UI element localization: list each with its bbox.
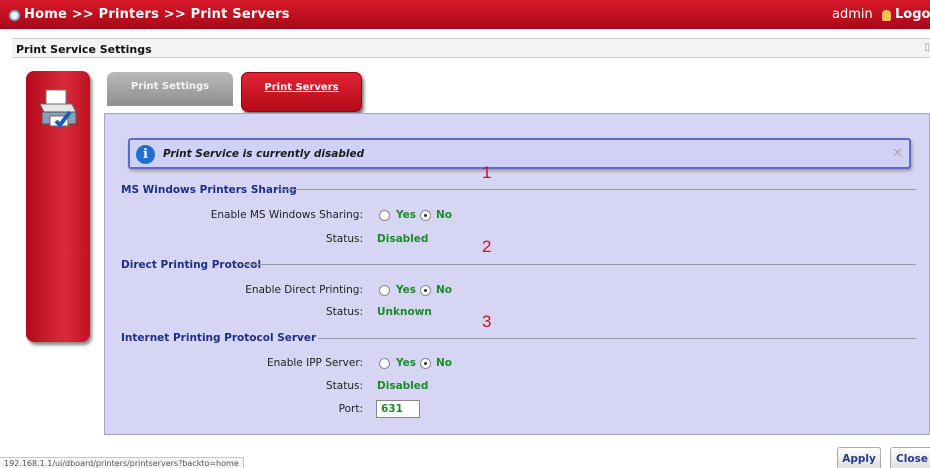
port-input[interactable] <box>376 400 420 418</box>
ms-sharing-yes-radio[interactable] <box>379 210 390 221</box>
section-title-ipp-server: Internet Printing Protocol Server <box>121 332 317 344</box>
divider <box>243 264 916 265</box>
ipp-yes-label[interactable]: Yes <box>396 357 416 369</box>
close-icon[interactable]: ✕ <box>892 146 903 161</box>
username: admin <box>832 7 873 22</box>
printer-icon <box>39 89 77 129</box>
ms-sharing-label: Enable MS Windows Sharing: <box>210 209 363 221</box>
page-header: Print Service Settings ▯ <box>12 38 930 58</box>
direct-printing-label: Enable Direct Printing: <box>245 284 363 296</box>
ipp-no-radio[interactable] <box>420 358 431 369</box>
home-icon[interactable] <box>9 10 20 21</box>
info-banner: i Print Service is currently disabled ✕ <box>128 138 911 169</box>
direct-status-value: Unknown <box>377 306 432 318</box>
ms-status-label: Status: <box>326 233 363 245</box>
direct-printing-no-radio[interactable] <box>420 285 431 296</box>
ms-sharing-no-radio[interactable] <box>420 210 431 221</box>
ms-status-value: Disabled <box>377 233 429 245</box>
marker-1: 1 <box>482 163 492 182</box>
tab-print-servers[interactable]: Print Servers <box>241 72 362 112</box>
direct-status-label: Status: <box>326 306 363 318</box>
apply-button[interactable]: Apply <box>837 447 881 468</box>
section-title-ms-windows: MS Windows Printers Sharing <box>121 184 297 196</box>
section-title-direct-printing: Direct Printing Protocol <box>121 259 262 271</box>
ipp-yes-radio[interactable] <box>379 358 390 369</box>
ms-sharing-no-label[interactable]: No <box>436 209 452 221</box>
divider <box>318 338 916 339</box>
ipp-status-label: Status: <box>326 380 363 392</box>
breadcrumb[interactable]: Home >> Printers >> Print Servers <box>24 7 290 22</box>
info-icon: i <box>136 145 155 164</box>
ms-sharing-yes-label[interactable]: Yes <box>396 209 416 221</box>
port-label: Port: <box>338 403 363 415</box>
marker-3: 3 <box>482 312 492 331</box>
direct-printing-no-label[interactable]: No <box>436 284 452 296</box>
ipp-no-label[interactable]: No <box>436 357 452 369</box>
settings-panel: i Print Service is currently disabled ✕ … <box>104 113 930 435</box>
marker-2: 2 <box>482 237 492 256</box>
tab-print-settings[interactable]: Print Settings <box>107 72 233 106</box>
top-bar: Home >> Printers >> Print Servers admin … <box>0 0 930 29</box>
logout-link[interactable]: Logou <box>895 7 930 22</box>
browser-status-url: 192.168.1.1/ui/dboard/printers/printserv… <box>0 457 244 468</box>
user-icon <box>882 10 891 21</box>
direct-printing-yes-radio[interactable] <box>379 285 390 296</box>
ipp-server-label: Enable IPP Server: <box>267 357 363 369</box>
divider <box>276 189 916 190</box>
close-button[interactable]: Close <box>890 447 930 468</box>
info-message: Print Service is currently disabled <box>163 148 365 160</box>
ipp-status-value: Disabled <box>377 380 429 392</box>
page-title: Print Service Settings <box>16 43 152 56</box>
direct-printing-yes-label[interactable]: Yes <box>396 284 416 296</box>
collapse-icon[interactable]: ▯ <box>924 42 930 53</box>
